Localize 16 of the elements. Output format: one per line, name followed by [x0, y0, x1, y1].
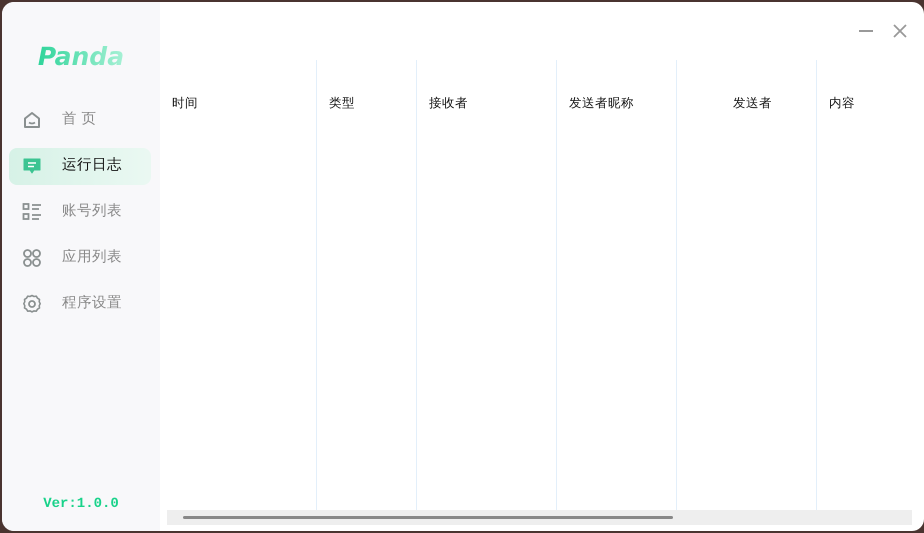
list-icon	[21, 201, 43, 223]
column-header[interactable]: 内容	[829, 94, 855, 113]
column-header[interactable]: 发送者昵称	[569, 94, 634, 113]
column-header[interactable]: 类型	[329, 94, 355, 113]
minimize-icon	[858, 30, 874, 32]
horizontal-scrollbar[interactable]	[167, 510, 912, 525]
column-header[interactable]: 时间	[172, 94, 198, 113]
version-label: Ver:1.0.0	[43, 495, 119, 514]
column-header[interactable]: 发送者	[689, 94, 816, 113]
close-icon	[892, 23, 908, 39]
home-icon	[21, 109, 43, 131]
apps-icon	[21, 247, 43, 269]
scrollbar-thumb[interactable]	[183, 516, 673, 519]
settings-icon	[21, 293, 43, 315]
sidebar-item[interactable]: 运行日志	[9, 148, 151, 184]
column-header[interactable]: 接收者	[429, 94, 468, 113]
